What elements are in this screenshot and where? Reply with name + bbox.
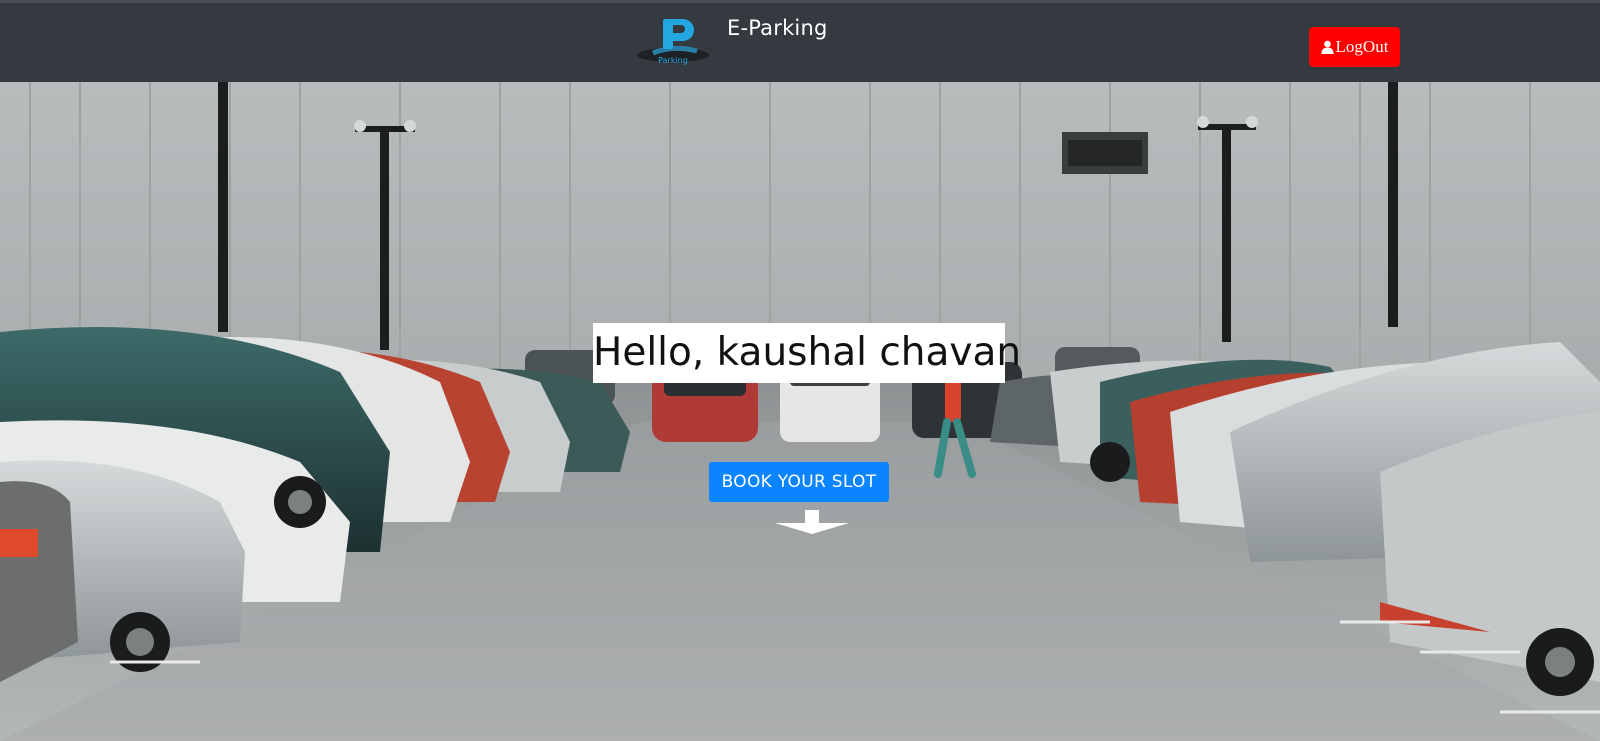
brand-name: E-Parking	[727, 16, 828, 40]
parking-logo-icon: Parking	[637, 19, 709, 65]
brand-link[interactable]: Parking E-Parking	[635, 15, 828, 65]
book-slot-button[interactable]: BOOK YOUR SLOT	[709, 462, 889, 502]
user-icon	[1321, 40, 1334, 54]
hero-section: Hello, kaushal chavan BOOK YOUR SLOT	[0, 82, 1600, 741]
svg-text:Parking: Parking	[658, 56, 688, 65]
parking-lot-background	[0, 82, 1600, 741]
arrow-down-icon[interactable]	[775, 510, 849, 534]
logout-button[interactable]: LogOut	[1309, 27, 1400, 67]
greeting-heading: Hello, kaushal chavan	[593, 323, 1021, 383]
navbar: Parking E-Parking LogOut	[0, 0, 1600, 82]
logout-label: LogOut	[1335, 37, 1389, 56]
page: Parking E-Parking LogOut Hello, kaushal …	[0, 0, 1600, 741]
